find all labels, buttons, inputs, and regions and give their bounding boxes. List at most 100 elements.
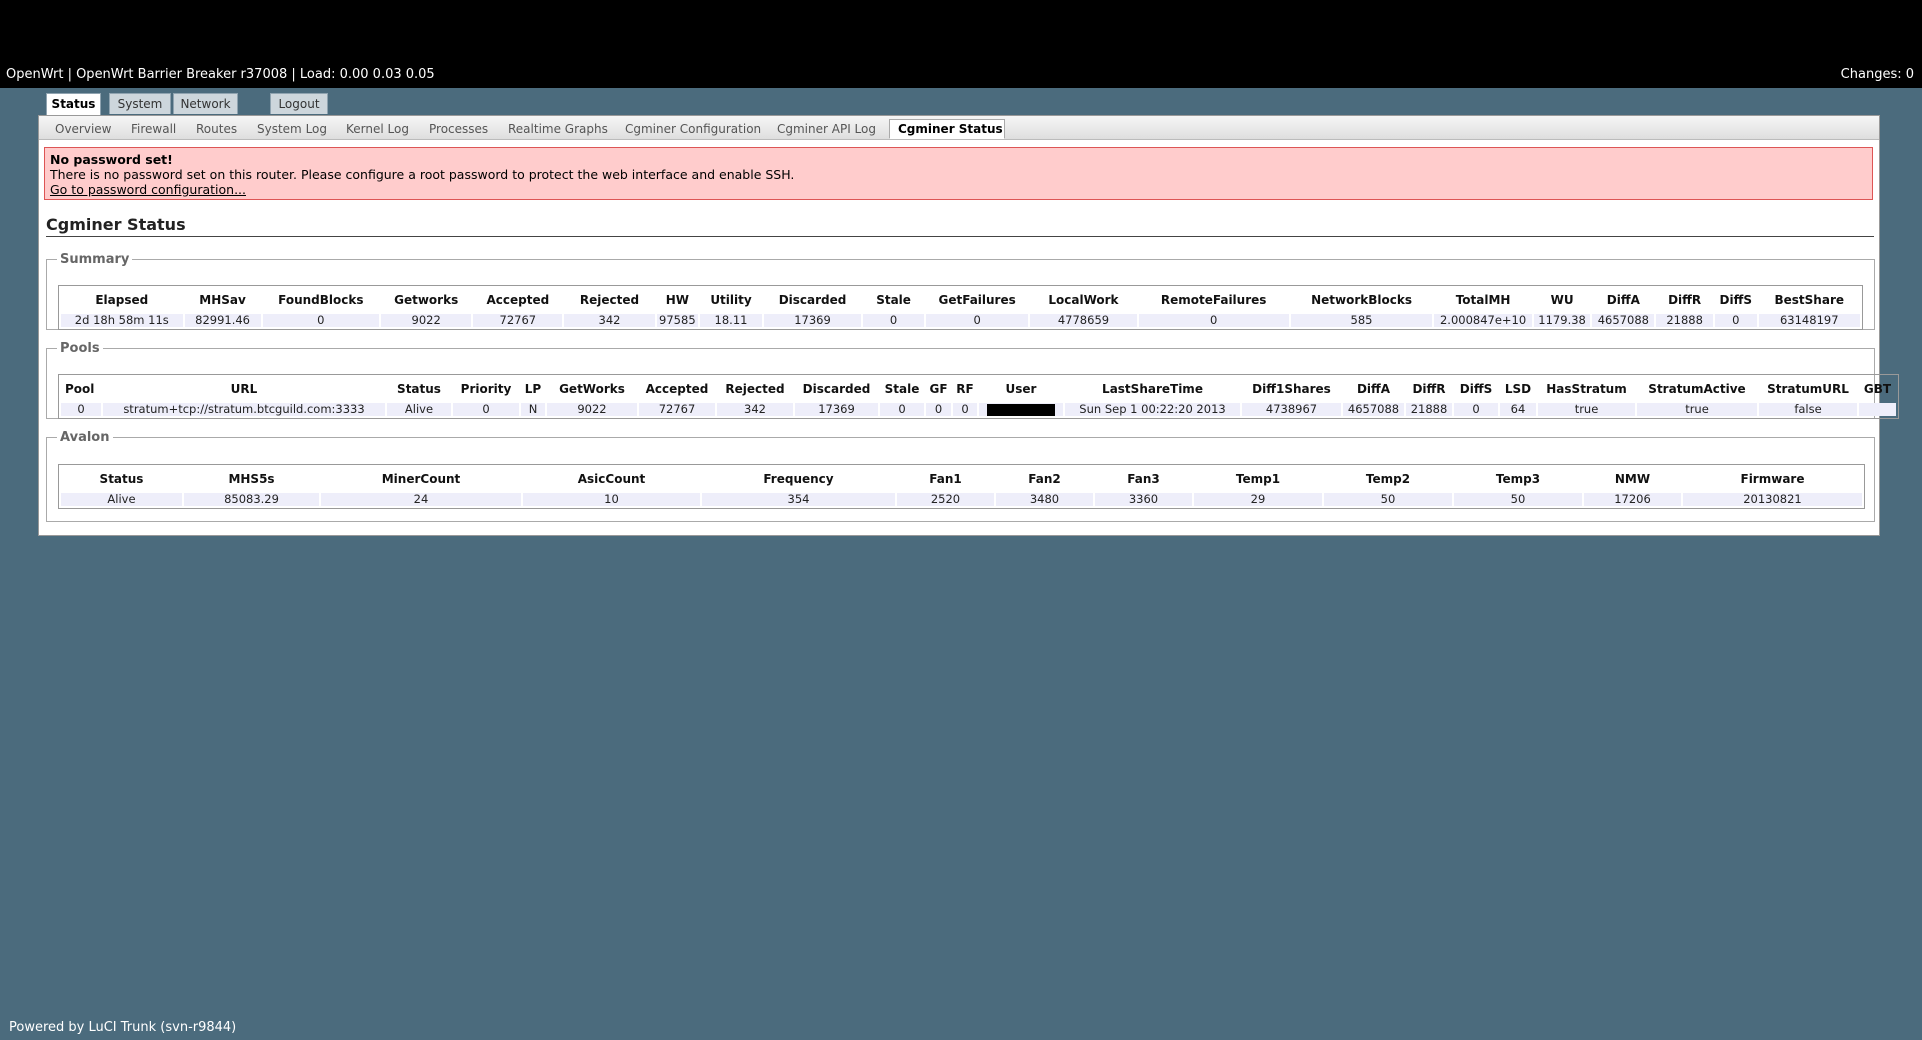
avalon-section: Avalon Status MHS5s MinerCount AsicCount… <box>46 430 1875 522</box>
table-cell: 18.11 <box>700 314 762 327</box>
page-title: Cgminer Status <box>46 215 1874 237</box>
table-header: Accepted <box>645 382 709 396</box>
table-header: NetworkBlocks <box>1311 293 1412 307</box>
subtab-routes[interactable]: Routes <box>196 120 237 138</box>
subtab-cgminer-api-log[interactable]: Cgminer API Log <box>777 120 876 138</box>
table-header: GBT <box>1863 382 1892 396</box>
table-header: Utility <box>710 293 752 307</box>
table-header: MinerCount <box>381 472 461 486</box>
table-cell: 0 <box>262 314 380 327</box>
table-header: HasStratum <box>1546 382 1627 396</box>
footer-text: Powered by LuCI Trunk (svn-r9844) <box>9 1020 237 1035</box>
table-header: Fan3 <box>1127 472 1160 486</box>
pools-legend: Pools <box>60 341 100 356</box>
subtab-cgminer-status[interactable]: Cgminer Status <box>889 119 1005 139</box>
table-header: FoundBlocks <box>278 293 364 307</box>
table-cell: 72767 <box>473 314 563 327</box>
table-cell: Sun Sep 1 00:22:20 2013 <box>1065 403 1240 416</box>
table-header: StratumURL <box>1767 382 1849 396</box>
table-row: Alive 85083.29 24 10 354 2520 3480 3360 … <box>61 493 1862 506</box>
table-header: DiffA <box>1356 382 1391 396</box>
table-header: DiffS <box>1719 293 1752 307</box>
table-header: RemoteFailures <box>1160 293 1267 307</box>
pools-table: Pool URL Status Priority LP GetWorks Acc… <box>58 374 1899 419</box>
table-cell: 9022 <box>381 314 472 327</box>
table-cell: 0 <box>925 314 1029 327</box>
table-cell: 4738967 <box>1242 403 1341 416</box>
table-header: Discarded <box>802 382 871 396</box>
table-header: Fan1 <box>929 472 962 486</box>
table-cell: 3480 <box>996 493 1093 506</box>
table-cell: 64 <box>1500 403 1536 416</box>
table-header: MHS5s <box>228 472 275 486</box>
table-cell: 72767 <box>639 403 715 416</box>
table-header: Stale <box>876 293 911 307</box>
table-header: Temp3 <box>1495 472 1541 486</box>
table-header: Diff1Shares <box>1252 382 1331 396</box>
table-cell: 0 <box>863 314 924 327</box>
table-cell: 585 <box>1290 314 1433 327</box>
table-header: LastShareTime <box>1102 382 1203 396</box>
table-cell: 82991.46 <box>184 314 261 327</box>
table-cell: stratum+tcp://stratum.btcguild.com:3333 <box>103 403 385 416</box>
changes-counter[interactable]: Changes: 0 <box>1841 67 1914 82</box>
subtab-cgminer-configuration[interactable]: Cgminer Configuration <box>625 120 761 138</box>
table-cell: 9022 <box>547 403 637 416</box>
avalon-header-row: Status MHS5s MinerCount AsicCount Freque… <box>61 467 1862 491</box>
subtab-overview[interactable]: Overview <box>55 120 112 138</box>
subtab-processes[interactable]: Processes <box>429 120 488 138</box>
table-header: Status <box>99 472 144 486</box>
user-cell-redacted <box>979 403 1063 416</box>
table-cell: 24 <box>321 493 521 506</box>
table-cell: 97585 <box>656 314 699 327</box>
alert-message: There is no password set on this router.… <box>50 167 795 182</box>
top-header-bar: OpenWrt | OpenWrt Barrier Breaker r37008… <box>0 0 1922 88</box>
subtab-system-log[interactable]: System Log <box>257 120 327 138</box>
table-cell: 0 <box>1138 314 1289 327</box>
table-cell: 0 <box>926 403 951 416</box>
table-row: 0 stratum+tcp://stratum.btcguild.com:333… <box>61 403 1896 416</box>
table-header: RF <box>956 382 974 396</box>
table-header: LSD <box>1504 382 1532 396</box>
avalon-legend: Avalon <box>60 430 110 445</box>
tab-network[interactable]: Network <box>173 93 238 114</box>
table-header: BestShare <box>1774 293 1845 307</box>
table-cell: 63148197 <box>1758 314 1860 327</box>
table-cell: 29 <box>1194 493 1322 506</box>
table-header: Pool <box>65 382 95 396</box>
subtab-firewall[interactable]: Firewall <box>131 120 176 138</box>
summary-header-row: Elapsed MHSav FoundBlocks Getworks Accep… <box>61 288 1860 312</box>
table-cell: 0 <box>880 403 924 416</box>
avalon-table: Status MHS5s MinerCount AsicCount Freque… <box>58 464 1865 509</box>
table-header: Temp2 <box>1365 472 1411 486</box>
table-header: Fan2 <box>1028 472 1061 486</box>
subtab-kernel-log[interactable]: Kernel Log <box>346 120 409 138</box>
content-panel: Overview Firewall Routes System Log Kern… <box>38 115 1899 536</box>
table-header: Priority <box>460 382 512 396</box>
table-header: HW <box>665 293 689 307</box>
table-header: DiffS <box>1459 382 1493 396</box>
table-cell: 17369 <box>795 403 878 416</box>
table-cell: 50 <box>1324 493 1452 506</box>
table-header: Discarded <box>778 293 847 307</box>
table-header: StratumActive <box>1648 382 1746 396</box>
summary-section: Summary Elapsed MHSav FoundBlocks Getwor… <box>46 252 1875 330</box>
table-header: DiffR <box>1668 293 1702 307</box>
table-cell: 21888 <box>1656 314 1713 327</box>
tab-logout[interactable]: Logout <box>270 93 328 114</box>
table-header: Stale <box>884 382 920 396</box>
table-cell: 20130821 <box>1683 493 1862 506</box>
subtab-realtime-graphs[interactable]: Realtime Graphs <box>508 120 608 138</box>
alert-title: No password set! <box>50 152 173 167</box>
table-header: URL <box>230 382 258 396</box>
table-cell: 3360 <box>1095 493 1192 506</box>
password-config-link[interactable]: Go to password configuration... <box>50 182 246 197</box>
tab-system[interactable]: System <box>109 93 171 114</box>
table-cell: 1179.38 <box>1533 314 1591 327</box>
tab-status[interactable]: Status <box>46 93 101 115</box>
table-header: MHSav <box>199 293 246 307</box>
table-cell <box>1859 403 1896 416</box>
redacted-block <box>987 403 1055 416</box>
table-header: LP <box>524 382 542 396</box>
table-header: GetWorks <box>559 382 625 396</box>
